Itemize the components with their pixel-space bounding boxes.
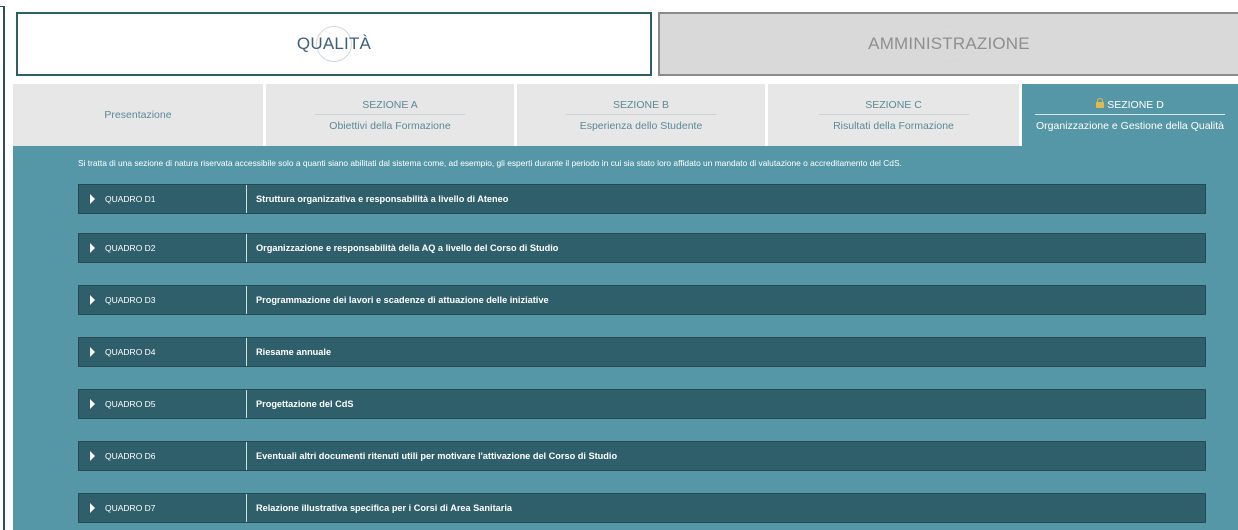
section-tab-presentazione[interactable]: Presentazione <box>13 84 266 146</box>
intro-text: Si tratta di una sezione di natura riser… <box>78 158 902 168</box>
quadro-code: QUADRO D5 <box>105 399 156 409</box>
section-tab-title-text: SEZIONE D <box>1107 98 1164 111</box>
quadro-code: QUADRO D2 <box>105 243 156 253</box>
quadro-d5[interactable]: QUADRO D5 Progettazione del CdS <box>78 389 1206 419</box>
section-tab-d[interactable]: SEZIONE D Organizzazione e Gestione dell… <box>1022 84 1238 146</box>
quadro-title: Programmazione dei lavori e scadenze di … <box>256 295 549 305</box>
section-tab-title: SEZIONE D <box>1035 97 1225 115</box>
tab-qualita-label: QUALITÀ <box>296 34 372 53</box>
section-tab-subtitle: Risultati della Formazione <box>833 119 954 132</box>
section-tab-title: SEZIONE B <box>566 99 716 115</box>
expand-arrow-icon <box>90 347 95 357</box>
section-tab-a[interactable]: SEZIONE A Obiettivi della Formazione <box>266 84 517 146</box>
section-tab-title: SEZIONE C <box>818 99 969 115</box>
expand-arrow-icon <box>90 503 95 513</box>
quadro-header: QUADRO D6 <box>79 442 247 470</box>
quadro-d4[interactable]: QUADRO D4 Riesame annuale <box>78 337 1206 367</box>
quadro-title: Relazione illustrativa specifica per i C… <box>256 503 512 513</box>
expand-arrow-icon <box>90 399 95 409</box>
quadro-d1[interactable]: QUADRO D1 Struttura organizzativa e resp… <box>78 184 1206 214</box>
quadro-title: Riesame annuale <box>256 347 332 357</box>
quadro-header: QUADRO D7 <box>79 494 247 522</box>
quadro-header: QUADRO D5 <box>79 390 247 418</box>
quadro-code: QUADRO D4 <box>105 347 156 357</box>
section-tab-c[interactable]: SEZIONE C Risultati della Formazione <box>768 84 1022 146</box>
quadro-title: Progettazione del CdS <box>256 399 354 409</box>
expand-arrow-icon <box>90 194 95 204</box>
expand-arrow-icon <box>90 295 95 305</box>
section-tab-subtitle: Esperienza dello Studente <box>579 119 703 132</box>
quadro-code: QUADRO D6 <box>105 451 156 461</box>
quadro-header: QUADRO D4 <box>79 338 247 366</box>
quadro-code: QUADRO D1 <box>105 194 156 204</box>
quadro-d3[interactable]: QUADRO D3 Programmazione dei lavori e sc… <box>78 285 1206 315</box>
quadro-d2[interactable]: QUADRO D2 Organizzazione e responsabilit… <box>78 233 1206 263</box>
lock-icon <box>1096 97 1105 108</box>
section-tabs: Presentazione SEZIONE A Obiettivi della … <box>13 84 1238 146</box>
quadro-header: QUADRO D2 <box>79 234 247 262</box>
quadro-code: QUADRO D3 <box>105 295 156 305</box>
quadro-d7[interactable]: QUADRO D7 Relazione illustrativa specifi… <box>78 493 1206 523</box>
section-tab-b[interactable]: SEZIONE B Esperienza dello Studente <box>517 84 768 146</box>
quadro-title: Eventuali altri documenti ritenuti utili… <box>256 451 618 461</box>
tab-qualita[interactable]: QUALITÀ <box>16 12 652 76</box>
quadro-code: QUADRO D7 <box>105 503 156 513</box>
quadro-header: QUADRO D3 <box>79 286 247 314</box>
section-tab-title: SEZIONE A <box>315 99 465 115</box>
section-d-panel: Si tratta di una sezione di natura riser… <box>13 146 1238 530</box>
expand-arrow-icon <box>90 243 95 253</box>
quadro-header: QUADRO D1 <box>79 185 247 213</box>
tab-amministrazione[interactable]: AMMINISTRAZIONE <box>658 12 1238 76</box>
section-tab-subtitle: Obiettivi della Formazione <box>329 119 451 132</box>
quadro-title: Struttura organizzativa e responsabilità… <box>256 194 509 204</box>
expand-arrow-icon <box>90 451 95 461</box>
quadro-d6[interactable]: QUADRO D6 Eventuali altri documenti rite… <box>78 441 1206 471</box>
section-tab-subtitle: Organizzazione e Gestione della Qualità <box>1036 119 1224 132</box>
quadro-title: Organizzazione e responsabilità della AQ… <box>256 243 559 253</box>
section-tab-label: Presentazione <box>104 109 172 121</box>
tab-amministrazione-label: AMMINISTRAZIONE <box>868 34 1030 53</box>
